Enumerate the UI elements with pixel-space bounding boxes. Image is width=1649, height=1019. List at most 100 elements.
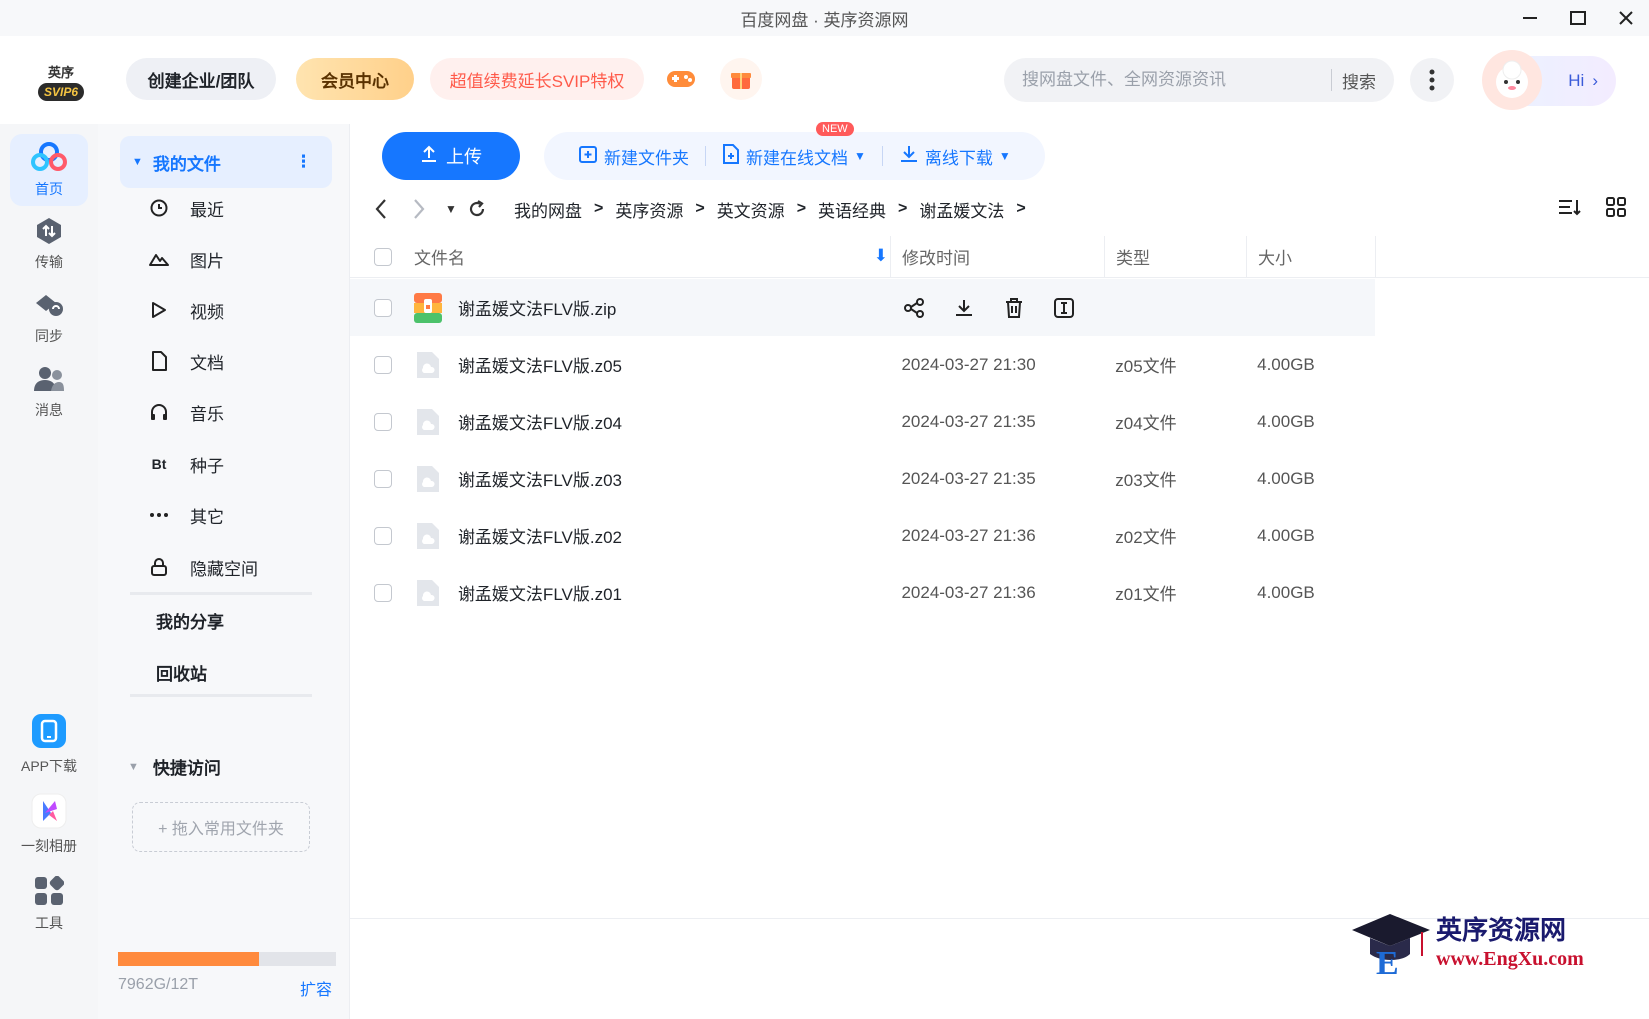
- rename-icon[interactable]: [1052, 296, 1076, 320]
- trash-icon[interactable]: [1002, 296, 1026, 320]
- refresh-icon[interactable]: [462, 194, 492, 224]
- caret-down-icon: ▼: [998, 149, 1011, 163]
- rail-label: 消息: [35, 401, 63, 418]
- table-row[interactable]: 谢孟媛文法FLV版.z01 2024-03-27 21:36 z01文件 4.0…: [350, 564, 1375, 621]
- sidebar-item-label: 种子: [190, 456, 224, 476]
- header-name[interactable]: 文件名 ⬇: [410, 244, 890, 269]
- upload-icon: [420, 145, 438, 168]
- sidebar-item-videos[interactable]: 视频: [148, 290, 224, 330]
- sidebar-item-hidden-space[interactable]: 隐藏空间: [148, 547, 258, 587]
- table-row[interactable]: 谢孟媛文法FLV版.z04 2024-03-27 21:35 z04文件 4.0…: [350, 393, 1375, 450]
- sidebar-item-my-files[interactable]: ▼ 我的文件 ⋮: [120, 136, 332, 188]
- download-icon[interactable]: [952, 296, 976, 320]
- row-checkbox[interactable]: [373, 412, 392, 431]
- column-divider: [1375, 236, 1376, 278]
- breadcrumb-item[interactable]: 英语经典: [818, 197, 886, 222]
- divider: [130, 592, 312, 595]
- file-time: 2024-03-27 21:35: [901, 468, 1036, 488]
- breadcrumb-item[interactable]: 我的网盘: [514, 197, 582, 222]
- sidebar-item-music[interactable]: 音乐: [148, 392, 224, 432]
- row-checkbox[interactable]: [373, 469, 392, 488]
- row-checkbox[interactable]: [373, 526, 392, 545]
- tools-icon: [34, 875, 65, 909]
- file-type: z05文件: [1115, 357, 1177, 376]
- grid-view-icon[interactable]: [1603, 194, 1629, 220]
- sidebar-item-other[interactable]: 其它: [148, 495, 224, 535]
- rail-item-app-download[interactable]: APP下载: [10, 708, 88, 780]
- table-row[interactable]: 谢孟媛文法FLV版.z05 2024-03-27 21:30 z05文件 4.0…: [350, 336, 1375, 393]
- file-name[interactable]: 谢孟媛文法FLV版.z04: [458, 409, 622, 434]
- sort-icon[interactable]: [1557, 194, 1583, 220]
- rail-item-message[interactable]: 消息: [10, 356, 88, 428]
- forward-arrow-icon[interactable]: [404, 194, 434, 224]
- main-content: 上传 新建文件夹 NEW 新建在线文档 ▼ 离线下载 ▼ ▼ 我的网盘 > 英序…: [350, 121, 1649, 1019]
- sidebar-item-my-share[interactable]: 我的分享: [156, 608, 224, 633]
- back-arrow-icon[interactable]: [366, 194, 396, 224]
- history-caret-icon[interactable]: ▼: [442, 194, 460, 224]
- share-icon[interactable]: [902, 296, 926, 320]
- quick-access-header[interactable]: ▼ 快捷访问: [128, 754, 221, 779]
- row-checkbox[interactable]: [373, 583, 392, 602]
- unknown-file-icon: [414, 407, 442, 437]
- table-row[interactable]: 谢孟媛文法FLV版.z03 2024-03-27 21:35 z03文件 4.0…: [350, 450, 1375, 507]
- create-team-button[interactable]: 创建企业/团队: [126, 58, 276, 100]
- header-type[interactable]: 类型: [1104, 244, 1246, 269]
- select-all-checkbox[interactable]: [374, 247, 392, 266]
- game-icon[interactable]: [660, 58, 702, 100]
- upload-button[interactable]: 上传: [382, 132, 520, 180]
- sidebar-item-images[interactable]: 图片: [148, 239, 224, 279]
- new-folder-button[interactable]: 新建文件夹: [562, 144, 705, 169]
- rail-item-sync[interactable]: 同步: [10, 282, 88, 354]
- file-name[interactable]: 谢孟媛文法FLV版.zip: [458, 295, 616, 320]
- storage-quota-text: 7962G/12T: [118, 976, 199, 993]
- assistant-button[interactable]: Hi ›: [1482, 50, 1616, 110]
- zip-file-icon: [414, 292, 442, 323]
- caret-down-icon: ▼: [132, 156, 143, 168]
- rail-item-transfer[interactable]: 传输: [10, 208, 88, 280]
- minimize-icon[interactable]: [1519, 7, 1541, 29]
- file-name[interactable]: 谢孟媛文法FLV版.z05: [458, 352, 622, 377]
- sidebar-item-recycle-bin[interactable]: 回收站: [156, 660, 207, 685]
- rail-item-album[interactable]: 一刻相册: [10, 788, 88, 860]
- more-menu-icon[interactable]: [1410, 58, 1454, 102]
- close-icon[interactable]: [1615, 7, 1637, 29]
- quick-access-dropzone[interactable]: + 拖入常用文件夹: [132, 802, 310, 852]
- vip-center-button[interactable]: 会员中心: [296, 58, 414, 100]
- rail-item-home[interactable]: 首页: [10, 134, 88, 206]
- bt-glyph: Bt: [151, 456, 167, 472]
- svip-renew-button[interactable]: 超值续费延长SVIP特权: [430, 58, 644, 100]
- video-icon: [148, 301, 170, 319]
- row-checkbox[interactable]: [373, 355, 392, 374]
- table-row[interactable]: 谢孟媛文法FLV版.zip: [350, 279, 1375, 336]
- file-name[interactable]: 谢孟媛文法FLV版.z02: [458, 523, 622, 548]
- my-files-label: 我的文件: [152, 154, 221, 174]
- new-online-doc-button[interactable]: NEW 新建在线文档 ▼: [706, 121, 882, 169]
- sidebar-item-label: 隐藏空间: [190, 559, 258, 579]
- unknown-file-icon: [414, 464, 442, 494]
- sidebar-item-recent[interactable]: 最近: [148, 188, 224, 228]
- offline-download-button[interactable]: 离线下载 ▼: [883, 144, 1027, 169]
- breadcrumb-item-current[interactable]: 谢孟媛文法: [919, 197, 1004, 222]
- more-vertical-icon[interactable]: ⋮: [295, 152, 312, 172]
- rail-label: 工具: [35, 914, 63, 931]
- search-button[interactable]: 搜索: [1342, 68, 1376, 93]
- file-sidebar: ▼ 我的文件 ⋮ 最近 图片 视频 文档 音乐 Bt 种子 其它 隐藏空间 我的…: [98, 124, 350, 1019]
- svip-logo[interactable]: 英序 SVIP6: [30, 54, 92, 108]
- table-row[interactable]: 谢孟媛文法FLV版.z02 2024-03-27 21:36 z02文件 4.0…: [350, 507, 1375, 564]
- sidebar-item-torrents[interactable]: Bt 种子: [148, 444, 224, 484]
- header-size[interactable]: 大小: [1246, 244, 1376, 269]
- file-name[interactable]: 谢孟媛文法FLV版.z01: [458, 580, 622, 605]
- rail-label: 一刻相册: [21, 837, 77, 854]
- breadcrumb-item[interactable]: 英序资源: [615, 197, 683, 222]
- rail-item-tools[interactable]: 工具: [10, 868, 88, 940]
- file-name[interactable]: 谢孟媛文法FLV版.z03: [458, 466, 622, 491]
- row-checkbox[interactable]: [374, 298, 392, 317]
- maximize-icon[interactable]: [1567, 7, 1589, 29]
- gift-icon[interactable]: [720, 58, 762, 100]
- header-time[interactable]: 修改时间: [890, 244, 1104, 269]
- breadcrumb-item[interactable]: 英文资源: [717, 197, 785, 222]
- search-input[interactable]: [1022, 70, 1321, 90]
- sidebar-item-documents[interactable]: 文档: [148, 341, 224, 381]
- caret-down-icon: ▼: [854, 149, 866, 163]
- expand-storage-link[interactable]: 扩容: [300, 976, 332, 1000]
